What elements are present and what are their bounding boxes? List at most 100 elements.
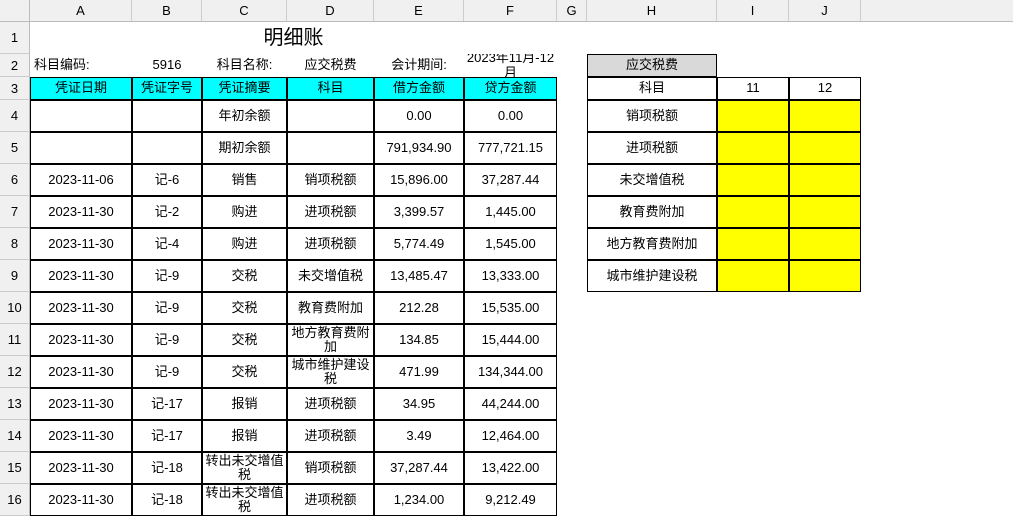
row1-subject[interactable] <box>287 132 374 164</box>
summary-val1-1[interactable] <box>717 132 789 164</box>
row-head-16[interactable]: 16 <box>0 484 30 516</box>
row7-date[interactable]: 2023-11-30 <box>30 324 132 356</box>
row10-subject[interactable]: 进项税额 <box>287 420 374 452</box>
row-head-1[interactable]: 1 <box>0 22 30 54</box>
row3-vno[interactable]: 记-2 <box>132 196 202 228</box>
row2-summary[interactable]: 销售 <box>202 164 287 196</box>
row6-credit[interactable]: 15,535.00 <box>464 292 557 324</box>
summary-val2-5[interactable] <box>789 260 861 292</box>
row9-summary[interactable]: 报销 <box>202 388 287 420</box>
row2-debit[interactable]: 15,896.00 <box>374 164 464 196</box>
row-head-5[interactable]: 5 <box>0 132 30 164</box>
row5-date[interactable]: 2023-11-30 <box>30 260 132 292</box>
summary-val2-2[interactable] <box>789 164 861 196</box>
row12-credit[interactable]: 9,212.49 <box>464 484 557 516</box>
row6-vno[interactable]: 记-9 <box>132 292 202 324</box>
row0-credit[interactable]: 0.00 <box>464 100 557 132</box>
row5-vno[interactable]: 记-9 <box>132 260 202 292</box>
row9-debit[interactable]: 34.95 <box>374 388 464 420</box>
row1-date[interactable] <box>30 132 132 164</box>
row3-summary[interactable]: 购进 <box>202 196 287 228</box>
row7-summary[interactable]: 交税 <box>202 324 287 356</box>
col-head-J[interactable]: J <box>789 0 861 21</box>
row-head-7[interactable]: 7 <box>0 196 30 228</box>
row8-vno[interactable]: 记-9 <box>132 356 202 388</box>
row1-summary[interactable]: 期初余额 <box>202 132 287 164</box>
row3-debit[interactable]: 3,399.57 <box>374 196 464 228</box>
row4-vno[interactable]: 记-4 <box>132 228 202 260</box>
row11-vno[interactable]: 记-18 <box>132 452 202 484</box>
row1-vno[interactable] <box>132 132 202 164</box>
row10-credit[interactable]: 12,464.00 <box>464 420 557 452</box>
row0-date[interactable] <box>30 100 132 132</box>
row0-summary[interactable]: 年初余额 <box>202 100 287 132</box>
col-head-H[interactable]: H <box>587 0 717 21</box>
row9-date[interactable]: 2023-11-30 <box>30 388 132 420</box>
row10-vno[interactable]: 记-17 <box>132 420 202 452</box>
col-head-A[interactable]: A <box>30 0 132 21</box>
summary-val2-0[interactable] <box>789 100 861 132</box>
col-head-D[interactable]: D <box>287 0 374 21</box>
row10-summary[interactable]: 报销 <box>202 420 287 452</box>
row-head-2[interactable]: 2 <box>0 54 30 77</box>
row4-summary[interactable]: 购进 <box>202 228 287 260</box>
row-head-14[interactable]: 14 <box>0 420 30 452</box>
row0-subject[interactable] <box>287 100 374 132</box>
row9-subject[interactable]: 进项税额 <box>287 388 374 420</box>
row9-vno[interactable]: 记-17 <box>132 388 202 420</box>
row4-credit[interactable]: 1,545.00 <box>464 228 557 260</box>
summary-val1-2[interactable] <box>717 164 789 196</box>
corner-cell[interactable] <box>0 0 30 21</box>
row7-vno[interactable]: 记-9 <box>132 324 202 356</box>
row5-summary[interactable]: 交税 <box>202 260 287 292</box>
row8-date[interactable]: 2023-11-30 <box>30 356 132 388</box>
col-head-E[interactable]: E <box>374 0 464 21</box>
row12-date[interactable]: 2023-11-30 <box>30 484 132 516</box>
row-head-3[interactable]: 3 <box>0 77 30 100</box>
row4-debit[interactable]: 5,774.49 <box>374 228 464 260</box>
row3-credit[interactable]: 1,445.00 <box>464 196 557 228</box>
summary-val2-1[interactable] <box>789 132 861 164</box>
row10-date[interactable]: 2023-11-30 <box>30 420 132 452</box>
row0-debit[interactable]: 0.00 <box>374 100 464 132</box>
row12-subject[interactable]: 进项税额 <box>287 484 374 516</box>
row2-date[interactable]: 2023-11-06 <box>30 164 132 196</box>
row-head-9[interactable]: 9 <box>0 260 30 292</box>
row2-credit[interactable]: 37,287.44 <box>464 164 557 196</box>
col-head-C[interactable]: C <box>202 0 287 21</box>
row-head-15[interactable]: 15 <box>0 452 30 484</box>
row10-debit[interactable]: 3.49 <box>374 420 464 452</box>
row8-credit[interactable]: 134,344.00 <box>464 356 557 388</box>
summary-val1-5[interactable] <box>717 260 789 292</box>
col-head-F[interactable]: F <box>464 0 557 21</box>
row-head-6[interactable]: 6 <box>0 164 30 196</box>
row4-subject[interactable]: 进项税额 <box>287 228 374 260</box>
row7-debit[interactable]: 134.85 <box>374 324 464 356</box>
row11-subject[interactable]: 销项税额 <box>287 452 374 484</box>
row7-credit[interactable]: 15,444.00 <box>464 324 557 356</box>
row2-vno[interactable]: 记-6 <box>132 164 202 196</box>
row4-date[interactable]: 2023-11-30 <box>30 228 132 260</box>
row5-debit[interactable]: 13,485.47 <box>374 260 464 292</box>
row-head-12[interactable]: 12 <box>0 356 30 388</box>
row11-summary[interactable]: 转出未交增值税 <box>202 452 287 484</box>
row3-date[interactable]: 2023-11-30 <box>30 196 132 228</box>
summary-val1-3[interactable] <box>717 196 789 228</box>
row8-debit[interactable]: 471.99 <box>374 356 464 388</box>
col-head-I[interactable]: I <box>717 0 789 21</box>
row1-credit[interactable]: 777,721.15 <box>464 132 557 164</box>
row12-summary[interactable]: 转出未交增值税 <box>202 484 287 516</box>
row11-debit[interactable]: 37,287.44 <box>374 452 464 484</box>
row7-subject[interactable]: 地方教育费附加 <box>287 324 374 356</box>
row3-subject[interactable]: 进项税额 <box>287 196 374 228</box>
summary-val2-4[interactable] <box>789 228 861 260</box>
row8-subject[interactable]: 城市维护建设税 <box>287 356 374 388</box>
row-head-10[interactable]: 10 <box>0 292 30 324</box>
row0-vno[interactable] <box>132 100 202 132</box>
row9-credit[interactable]: 44,244.00 <box>464 388 557 420</box>
row5-credit[interactable]: 13,333.00 <box>464 260 557 292</box>
row8-summary[interactable]: 交税 <box>202 356 287 388</box>
col-head-G[interactable]: G <box>557 0 587 21</box>
row-head-11[interactable]: 11 <box>0 324 30 356</box>
col-head-B[interactable]: B <box>132 0 202 21</box>
